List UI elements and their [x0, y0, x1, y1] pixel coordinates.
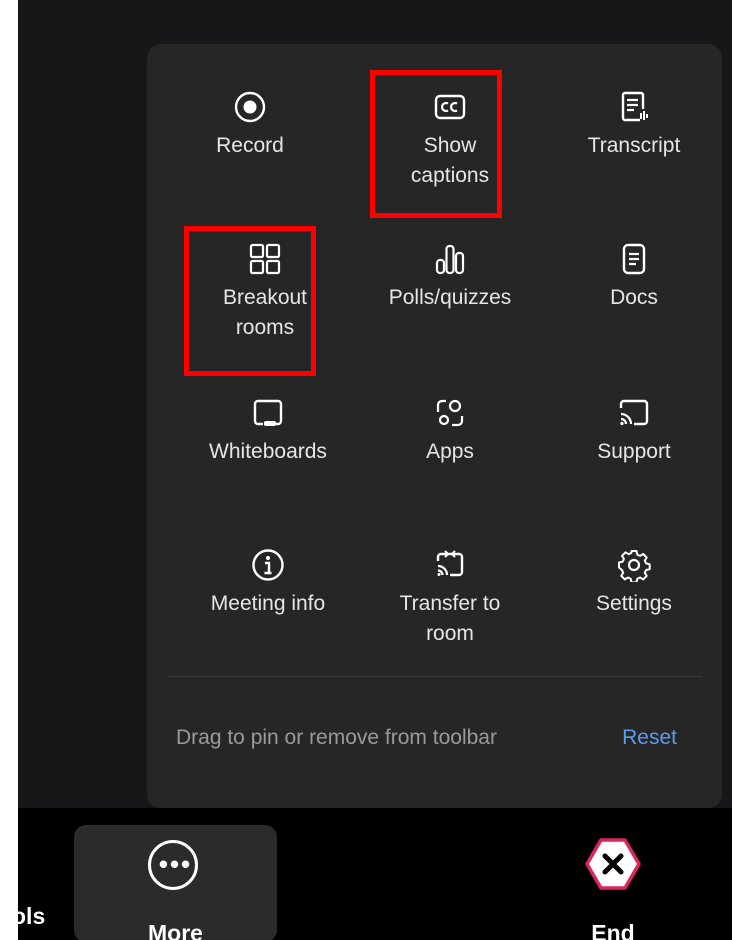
- breakout-rooms-button[interactable]: Breakout rooms: [180, 242, 350, 382]
- whiteboards-button[interactable]: Whiteboards: [183, 396, 353, 536]
- show-captions-label: Show captions: [410, 134, 490, 187]
- more-label: More: [148, 920, 203, 940]
- closed-captions-icon: [433, 90, 467, 124]
- document-icon: [617, 242, 651, 276]
- settings-button[interactable]: Settings: [549, 548, 719, 688]
- more-button[interactable]: ••• More: [74, 825, 277, 940]
- apps-icon: [433, 396, 467, 430]
- meeting-app: Record Show captions Transcript Breakout…: [18, 0, 732, 940]
- show-captions-button[interactable]: Show captions: [365, 90, 535, 230]
- meeting-info-button[interactable]: Meeting info: [183, 548, 353, 688]
- end-label: End: [591, 920, 635, 940]
- whiteboard-icon: [251, 396, 285, 430]
- more-menu-panel: Record Show captions Transcript Breakout…: [147, 44, 722, 808]
- docs-button[interactable]: Docs: [549, 242, 719, 382]
- support-label: Support: [597, 440, 671, 463]
- transcript-button[interactable]: Transcript: [549, 90, 719, 230]
- transcript-icon: [617, 90, 651, 124]
- end-call-icon: [585, 838, 641, 890]
- more-dots: •••: [158, 849, 193, 879]
- whiteboards-label: Whiteboards: [209, 440, 327, 463]
- transfer-to-room-icon: [433, 548, 467, 582]
- menu-divider: [167, 676, 702, 677]
- docs-label: Docs: [610, 286, 658, 309]
- record-label: Record: [216, 134, 284, 157]
- end-button[interactable]: End: [563, 828, 663, 940]
- apps-label: Apps: [426, 440, 474, 463]
- polls-quizzes-button[interactable]: Polls/quizzes: [365, 242, 535, 382]
- record-button[interactable]: Record: [165, 90, 335, 230]
- transfer-to-room-button[interactable]: Transfer to room: [365, 548, 535, 688]
- reset-button[interactable]: Reset: [622, 726, 677, 750]
- transcript-label: Transcript: [587, 134, 681, 157]
- meeting-info-label: Meeting info: [210, 592, 326, 615]
- tools-button-label[interactable]: ols: [18, 901, 45, 931]
- support-button[interactable]: Support: [549, 396, 719, 536]
- info-icon: [251, 548, 285, 582]
- meeting-toolbar: ols ••• More End: [18, 808, 732, 940]
- apps-button[interactable]: Apps: [365, 396, 535, 536]
- pin-hint-text: Drag to pin or remove from toolbar: [176, 726, 497, 749]
- polls-icon: [433, 242, 467, 276]
- polls-quizzes-label: Polls/quizzes: [388, 286, 512, 309]
- transfer-to-room-label: Transfer to room: [399, 592, 501, 645]
- record-icon: [233, 90, 267, 124]
- breakout-rooms-label: Breakout rooms: [222, 286, 308, 339]
- cast-support-icon: [617, 396, 651, 430]
- breakout-rooms-icon: [248, 242, 282, 276]
- settings-label: Settings: [596, 592, 672, 615]
- gear-icon: [617, 548, 651, 582]
